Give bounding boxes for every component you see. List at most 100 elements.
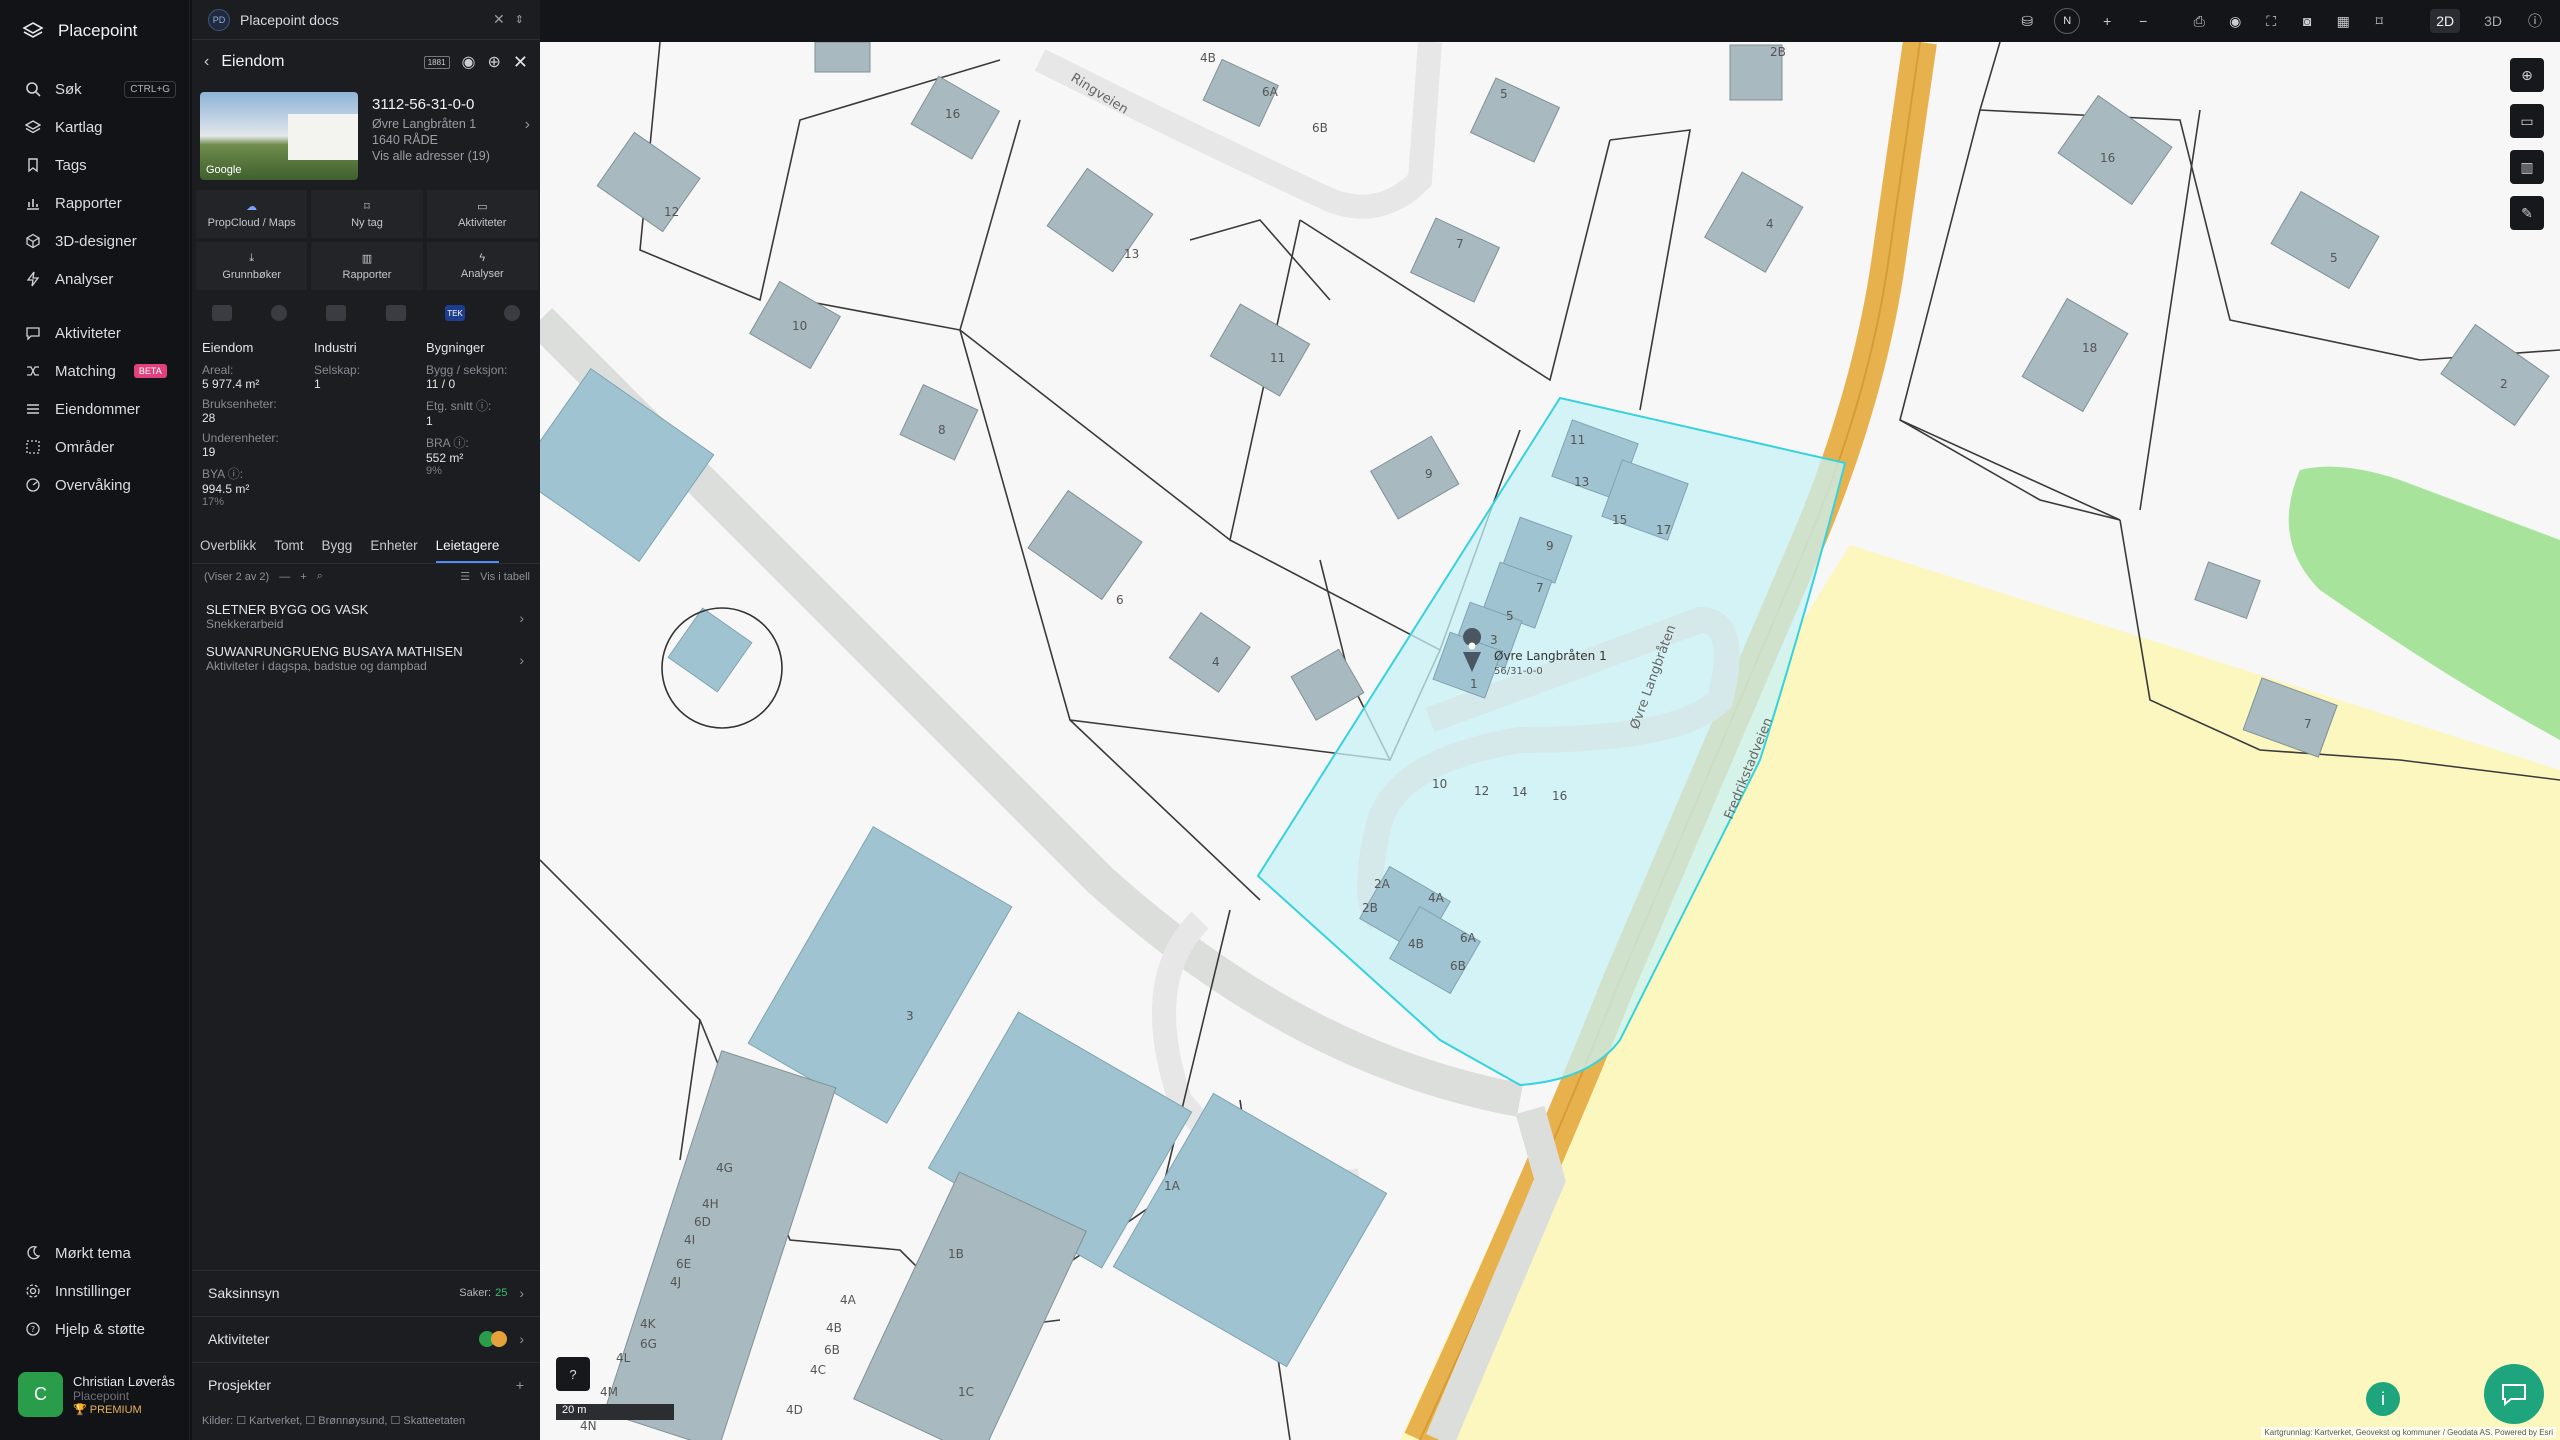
eye-icon[interactable]: ◉ <box>2226 12 2244 30</box>
list-item[interactable]: SUWANRUNGRUENG BUSAYA MATHISEN Aktivitet… <box>206 644 528 673</box>
map-help-button[interactable]: ? <box>556 1357 590 1391</box>
nav-tags[interactable]: Tags <box>0 146 190 184</box>
bya-value: 994.5 m² <box>202 482 250 496</box>
add-icon[interactable]: + <box>516 1377 524 1393</box>
camera-icon[interactable]: ◙ <box>2298 12 2316 30</box>
chart-tool-icon[interactable]: ▥ <box>2510 150 2544 184</box>
action-grunnboker[interactable]: ⤓ Grunnbøker <box>196 242 308 290</box>
areal-label: Areal: <box>202 363 234 377</box>
info-icon[interactable]: ⓘ <box>2526 12 2544 30</box>
nav-omrader[interactable]: Områder <box>0 428 190 466</box>
svg-text:6B: 6B <box>1450 959 1466 973</box>
svg-text:1: 1 <box>1470 677 1478 691</box>
user-profile[interactable]: C Christian Løverås Placepoint 🏆 PREMIUM <box>18 1372 175 1417</box>
bookmark-icon[interactable]: ⌑ <box>2370 12 2388 30</box>
property-postal: 1640 RÅDE <box>372 133 439 147</box>
table-view-icon[interactable]: ☰ <box>460 570 470 583</box>
print-icon[interactable]: ⎙ <box>2190 12 2208 30</box>
mode-3d-button[interactable]: 3D <box>2478 9 2508 33</box>
show-in-table-link[interactable]: Vis i tabell <box>480 571 530 583</box>
svg-text:4L: 4L <box>616 1351 631 1365</box>
layers-stack-icon[interactable]: ⛁ <box>2018 12 2036 30</box>
svg-text:13: 13 <box>1574 475 1589 489</box>
globe-icon[interactable] <box>270 305 287 321</box>
action-rapporter[interactable]: ▥ Rapporter <box>311 242 423 290</box>
svg-text:6A: 6A <box>1460 931 1477 945</box>
all-addresses-link[interactable]: Vis alle adresser (19) <box>372 149 532 163</box>
lightning-icon: ϟ <box>479 252 486 264</box>
svg-text:9: 9 <box>1425 467 1433 481</box>
nav-search[interactable]: Søk CTRL+G <box>0 70 190 108</box>
layer-tool-icon[interactable]: ⊕ <box>2510 58 2544 92</box>
nav-3d-designer[interactable]: 3D-designer <box>0 222 190 260</box>
info-button[interactable]: i <box>2366 1382 2400 1416</box>
map-canvas[interactable]: 4B 6A 6B 2B 16 16 12 13 10 7 5 4 11 8 9 6 4 5 18 2 7 11 1… <box>540 42 2560 1440</box>
chat-button[interactable] <box>2484 1364 2544 1424</box>
zoom-out-icon[interactable]: − <box>2134 12 2152 30</box>
chevron-right-icon[interactable]: › <box>525 116 530 134</box>
section-aktiviteter[interactable]: Aktiviteter › <box>192 1316 540 1360</box>
more-icon[interactable] <box>504 305 521 321</box>
nav-analyser[interactable]: Analyser <box>0 260 190 298</box>
fullscreen-icon[interactable]: ⛶ <box>2262 12 2280 30</box>
nav-settings[interactable]: Innstillinger <box>0 1272 190 1310</box>
section-saksinnsyn[interactable]: Saksinnsyn Saker: 25 › <box>192 1270 540 1314</box>
moon-icon <box>27 1246 41 1260</box>
svg-text:12: 12 <box>1474 784 1489 798</box>
section-prosjekter[interactable]: Prosjekter + <box>192 1362 540 1406</box>
compass-button[interactable]: N <box>2054 8 2081 34</box>
action-aktiviteter[interactable]: ▭ Aktiviteter <box>426 190 538 238</box>
svg-text:8: 8 <box>938 423 946 437</box>
expand-collapse-icon[interactable]: ⇕ <box>515 13 524 26</box>
search-icon[interactable]: ⌕ <box>317 570 323 583</box>
list-item[interactable]: SLETNER BYGG OG VASK Snekkerarbeid › <box>206 602 528 631</box>
grid-icon[interactable]: ▦ <box>2334 12 2352 30</box>
activity-avatars <box>479 1330 508 1347</box>
svg-text:5: 5 <box>1506 609 1514 623</box>
chevron-right-icon: › <box>519 1330 524 1347</box>
plus-icon[interactable]: + <box>300 571 306 583</box>
nav-matching[interactable]: Matching BETA <box>0 352 190 390</box>
action-ny-tag[interactable]: ⌑ Ny tag <box>311 190 423 238</box>
industry-icon[interactable] <box>326 305 347 321</box>
action-propcloud[interactable]: ☁ PropCloud / Maps <box>196 190 308 238</box>
nav-aktiviteter[interactable]: Aktiviteter <box>0 314 190 352</box>
mode-2d-button[interactable]: 2D <box>2430 9 2461 33</box>
badge-1881[interactable]: 1881 <box>423 55 450 69</box>
bars-icon[interactable] <box>385 305 406 321</box>
close-panel-icon[interactable]: ✕ <box>513 52 528 73</box>
nav-kartlag[interactable]: Kartlag <box>0 108 190 146</box>
nav-help[interactable]: ? Hjelp & støtte <box>0 1310 190 1348</box>
se-icon[interactable] <box>211 305 232 321</box>
svg-text:6E: 6E <box>676 1257 691 1271</box>
brand-name: Placepoint <box>58 21 138 40</box>
street-view-photo[interactable]: Google <box>200 92 358 180</box>
tek-icon[interactable]: TEK <box>444 305 465 321</box>
add-circle-icon[interactable]: ⊕ <box>488 52 501 72</box>
svg-text:?: ? <box>31 1325 35 1334</box>
svg-text:1B: 1B <box>948 1247 964 1261</box>
close-icon[interactable]: ✕ <box>493 11 505 28</box>
tab-leietagere[interactable]: Leietagere <box>435 534 500 563</box>
svg-text:15: 15 <box>1612 513 1627 527</box>
svg-text:3: 3 <box>906 1009 914 1023</box>
scale-label: 20 m <box>556 1404 674 1420</box>
minus-icon[interactable]: — <box>279 571 290 583</box>
doc-title[interactable]: Placepoint docs <box>240 12 483 28</box>
tab-overblikk[interactable]: Overblikk <box>200 534 256 563</box>
nav-dark-theme[interactable]: Mørkt tema <box>0 1234 190 1272</box>
nav-overvaking[interactable]: Overvåking <box>0 466 190 504</box>
brand[interactable]: Placepoint <box>22 20 137 42</box>
tab-tomt[interactable]: Tomt <box>274 534 303 563</box>
zoom-in-icon[interactable]: + <box>2098 12 2116 30</box>
nav-eiendommer[interactable]: Eiendommer <box>0 390 190 428</box>
tab-enheter[interactable]: Enheter <box>370 534 417 563</box>
draw-tool-icon[interactable]: ✎ <box>2510 196 2544 230</box>
nav-rapporter[interactable]: Rapporter <box>0 184 190 222</box>
measure-tool-icon[interactable]: ▭ <box>2510 104 2544 138</box>
eye-icon[interactable]: ◉ <box>462 52 476 72</box>
back-arrow-icon[interactable]: ‹ <box>204 53 209 71</box>
property-address[interactable]: Øvre Langbråten 1 <box>372 117 532 131</box>
action-analyser[interactable]: ϟ Analyser <box>426 242 538 290</box>
tab-bygg[interactable]: Bygg <box>322 534 353 563</box>
